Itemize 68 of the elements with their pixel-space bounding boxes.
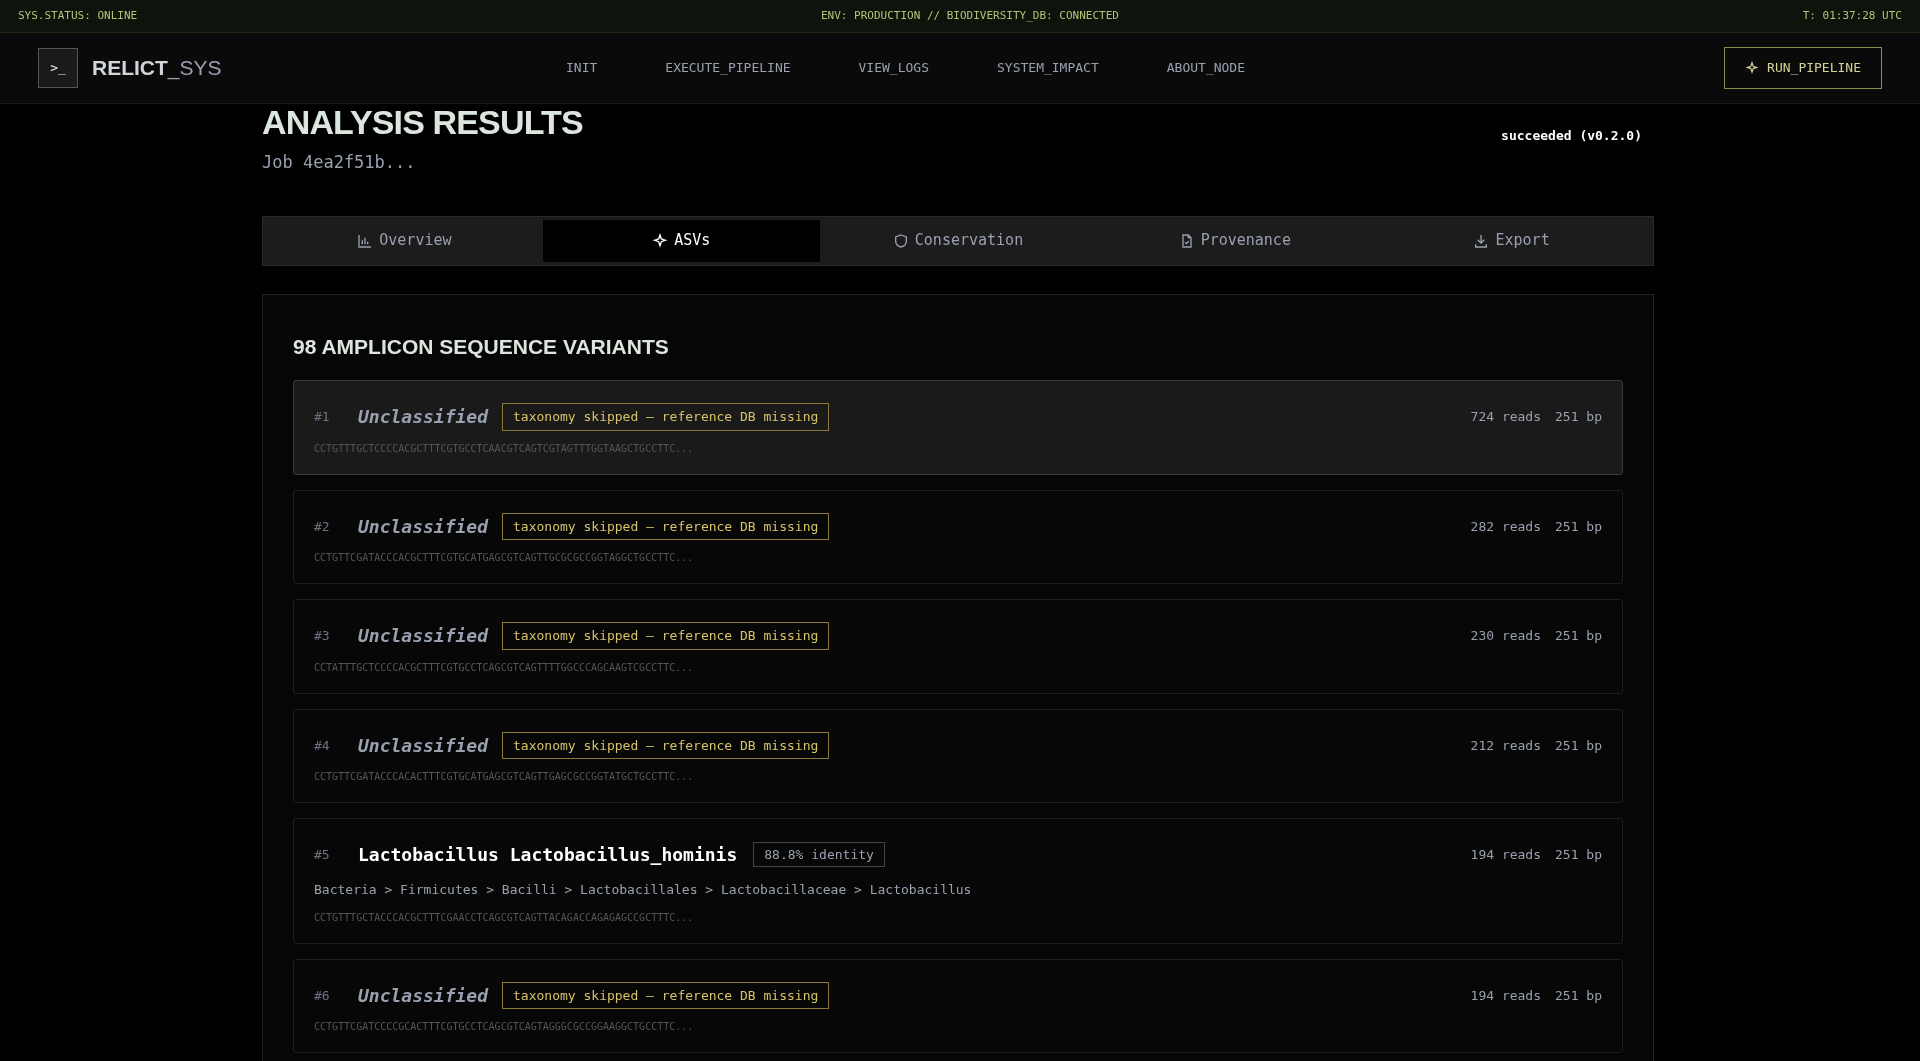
length-text: 251 bp xyxy=(1555,845,1602,864)
warning-badge: taxonomy skipped — reference DB missing xyxy=(502,512,830,540)
chart-icon xyxy=(357,232,374,249)
identity-badge: 88.8% identity xyxy=(753,841,885,868)
nav-link[interactable]: EXECUTE_PIPELINE xyxy=(651,58,805,78)
download-icon xyxy=(1473,232,1490,249)
rank-text: #3 xyxy=(314,627,331,645)
read-count-text: 194 reads xyxy=(1470,986,1542,1005)
length-text: 251 bp xyxy=(1555,736,1602,755)
asv-row[interactable] xyxy=(293,818,1623,944)
rank-text: #1 xyxy=(314,408,331,426)
tab[interactable]: Provenance xyxy=(1096,219,1374,262)
taxon-name: Unclassified xyxy=(358,733,489,758)
nav-link[interactable]: INIT xyxy=(552,58,612,78)
job-id-text: Job 4ea2f51b... xyxy=(262,151,417,174)
sparkle-icon xyxy=(1745,61,1760,75)
system-status-text: SYS.STATUS: ONLINE xyxy=(18,7,138,24)
brand-name: RELICT_SYS xyxy=(92,55,223,82)
read-count-text: 282 reads xyxy=(1470,517,1542,536)
sequence-text: CCTGTTCGATACCCACGCTTTCGTGCATGAGCGTCAGTTGCGCGCCGGTAGGCTGCCTTC... xyxy=(314,551,695,565)
length-text: 251 bp xyxy=(1555,517,1602,536)
environment-text: ENV: PRODUCTION // BIODIVERSITY_DB: CONNECTED xyxy=(820,7,1119,24)
warning-badge: taxonomy skipped — reference DB missing xyxy=(502,731,830,759)
sequence-text: CCTGTTCGATCCCCGCACTTTCGTGCCTCAGCGTCAGTAGGGCGCCGGAAGGCTGCCTTC... xyxy=(314,1020,695,1034)
nav-link[interactable]: ABOUT_NODE xyxy=(1152,58,1260,78)
clock-text: T: 01:37:28 UTC xyxy=(1802,7,1902,24)
sequence-text: CCTATTTGCTCCCCACGCTTTCGTGCCTCAGCGTCAGTTTTGGCCCAGCAAGTCGCCTTC... xyxy=(314,660,695,675)
length-text: 251 bp xyxy=(1555,627,1602,645)
shield-icon xyxy=(892,232,909,249)
page-title: ANALYSIS RESULTS xyxy=(262,104,583,140)
terminal-logo: >_ xyxy=(38,48,78,88)
job-status-text: succeeded (v0.2.0) xyxy=(1501,127,1642,145)
tab[interactable]: Overview xyxy=(266,219,543,262)
nav-link[interactable]: VIEW_LOGS xyxy=(844,58,943,78)
read-count-text: 724 reads xyxy=(1470,408,1542,426)
tab[interactable]: ASVs xyxy=(542,219,820,262)
asv-row[interactable]: #4 Unclassified taxonomy skipped — reference DB missing 212 reads 251 bp CCTGTTCGATACCCACACTTTCGTGCATGAGCGTCAGTTGAGCGCCGGTATGCTGCCTTC... xyxy=(293,708,1623,803)
lineage-text: Bacteria > Firmicutes > Bacilli > Lactobacillales > Lactobacillaceae > Lactobacillus xyxy=(314,881,973,899)
length-text: 251 bp xyxy=(1555,408,1602,426)
tab[interactable]: Export xyxy=(1373,219,1650,262)
sequence-text: CCTGTTTGCTCCCCACGCTTTCGTGCCTCAACGTCAGTCGTAGTTTGGTAAGCTGCCTTC... xyxy=(314,441,695,456)
warning-badge: taxonomy skipped — reference DB missing xyxy=(502,981,830,1009)
read-count-text: 212 reads xyxy=(1470,736,1542,755)
taxon-name: Unclassified xyxy=(358,624,489,649)
sequence-text: CCTGTTTGCTACCCACGCTTTCGAACCTCAGCGTCAGTTACAGACCAGAGAGCCGCTTTC... xyxy=(314,910,695,925)
warning-badge: taxonomy skipped — reference DB missing xyxy=(502,622,830,650)
rank-text: #4 xyxy=(314,736,331,755)
tab[interactable]: Conservation xyxy=(819,219,1097,262)
taxon-name: Unclassified xyxy=(358,983,489,1008)
rank-text: #6 xyxy=(314,986,331,1005)
panel-title: 98 AMPLICON SEQUENCE VARIANTS xyxy=(293,333,670,360)
length-text: 251 bp xyxy=(1555,986,1602,1005)
taxon-name: Lactobacillus Lactobacillus_hominis xyxy=(358,843,738,867)
rank-text: #5 xyxy=(314,845,331,864)
sparkle-icon xyxy=(652,232,669,249)
asv-row[interactable]: #2 Unclassified taxonomy skipped — reference DB missing 282 reads 251 bp CCTGTTCGATACCCACGCTTTCGTGCATGAGCGTCAGTTGCGCGCCGGTAGGCTGCCTTC... xyxy=(293,489,1623,584)
nav-link[interactable]: SYSTEM_IMPACT xyxy=(983,58,1113,78)
warning-badge: taxonomy skipped — reference DB missing xyxy=(502,403,830,431)
read-count-text: 194 reads xyxy=(1470,845,1542,864)
asv-row[interactable]: #1 Unclassified taxonomy skipped — reference DB missing 724 reads 251 bp CCTGTTTGCTCCCCACGCTTTCGTGCCTCAACGTCAGTCGTAGTTTGGTAAGCTGCCTTC... xyxy=(293,380,1623,475)
read-count-text: 230 reads xyxy=(1470,627,1542,645)
asv-row[interactable]: #3 Unclassified taxonomy skipped — reference DB missing 230 reads 251 bp CCTATTTGCTCCCCACGCTTTCGTGCCTCAGCGTCAGTTTTGGCCCAGCAAGTCGCCTTC... xyxy=(293,599,1623,694)
sequence-text: CCTGTTCGATACCCACACTTTCGTGCATGAGCGTCAGTTGAGCGCCGGTATGCTGCCTTC... xyxy=(314,770,695,784)
rank-text: #2 xyxy=(314,517,331,536)
taxon-name: Unclassified xyxy=(358,514,489,539)
taxon-name: Unclassified xyxy=(358,405,489,430)
run-pipeline-button[interactable]: RUN_PIPELINE xyxy=(1724,47,1882,89)
asv-row[interactable]: #6 Unclassified taxonomy skipped — reference DB missing 194 reads 251 bp CCTGTTCGATCCCCGCACTTTCGTGCCTCAGCGTCAGTAGGGCGCCGGAAGGCTGCCTTC... xyxy=(293,958,1623,1053)
